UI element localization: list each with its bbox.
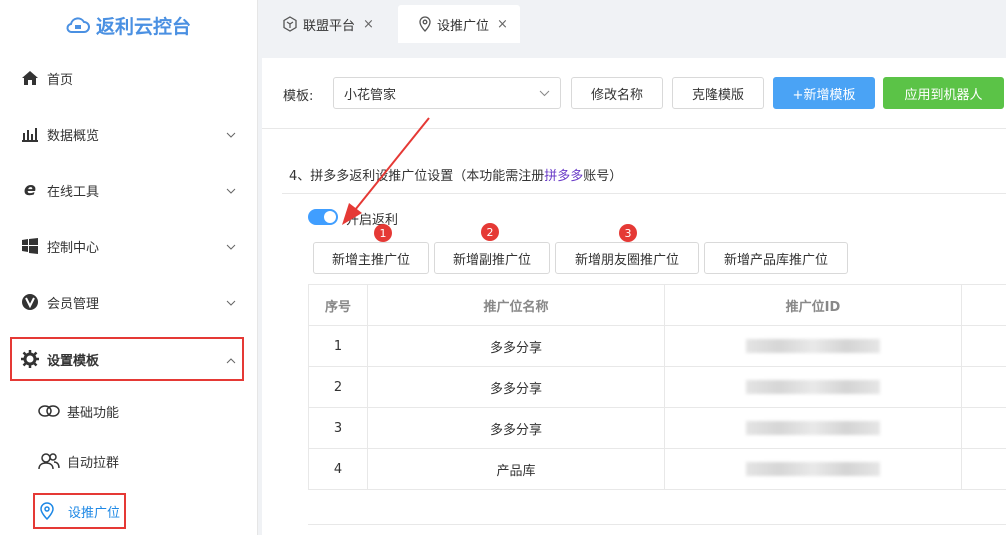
- add-sub-slot-button[interactable]: 新增副推广位: [434, 242, 550, 274]
- divider: [262, 128, 1006, 129]
- hexagon-icon: [282, 16, 298, 32]
- divider: [308, 524, 1006, 525]
- windows-icon: [20, 236, 40, 256]
- add-moments-slot-button[interactable]: 新增朋友圈推广位: [555, 242, 699, 274]
- vip-icon: [20, 292, 40, 312]
- tab-label: 联盟平台: [303, 18, 356, 34]
- main-panel: 模板: 小花管家 修改名称 克隆模版 +新增模板 应用到机器人 4、拼多多返利设…: [262, 58, 1006, 535]
- sidebar-item-online-tools[interactable]: e 在线工具: [0, 168, 250, 212]
- sidebar-subitem-label: 基础功能: [67, 405, 120, 421]
- row-extra: [962, 408, 1006, 448]
- bar-chart-icon: [20, 124, 40, 144]
- slot-id-redacted: [665, 408, 962, 448]
- row-extra: [962, 449, 1006, 489]
- close-icon[interactable]: ×: [497, 17, 508, 32]
- close-icon[interactable]: ×: [363, 17, 374, 32]
- sidebar-item-settings-template[interactable]: 设置模板: [10, 337, 244, 381]
- slot-id-redacted: [665, 326, 962, 366]
- app-title: 返利云控台: [95, 15, 191, 38]
- rebate-toggle-label: 开启返利: [346, 213, 399, 228]
- add-main-slot-button[interactable]: 新增主推广位: [313, 242, 429, 274]
- home-icon: [20, 68, 40, 88]
- chevron-down-icon: [226, 127, 236, 142]
- slot-id-redacted: [665, 449, 962, 489]
- row-number: 1: [309, 326, 368, 366]
- sidebar-item-label: 会员管理: [47, 296, 100, 312]
- sidebar-item-member-management[interactable]: 会员管理: [0, 280, 250, 324]
- step-badge-3: 3: [619, 224, 637, 242]
- row-number: 3: [309, 408, 368, 448]
- cloud-link-icon: [38, 401, 60, 421]
- location-pin-icon: [39, 501, 61, 521]
- sidebar-subitem-label: 设推广位: [68, 505, 121, 521]
- step-badge-2: 2: [481, 223, 499, 241]
- section-title-suffix: 账号）: [583, 169, 623, 184]
- row-extra: [962, 367, 1006, 407]
- add-template-button[interactable]: +新增模板: [773, 77, 875, 109]
- column-header-id: 推广位ID: [665, 285, 962, 325]
- sidebar: 返利云控台 首页 数据概览 e 在线工具 控制中心 会员管理 设置模板 基础功能…: [0, 0, 258, 535]
- app-logo[interactable]: 返利云控台: [0, 0, 257, 50]
- section-title-text: 4、拼多多返利设推广位设置（本功能需注册: [289, 169, 545, 184]
- sidebar-subitem-basic-functions[interactable]: 基础功能: [38, 391, 119, 431]
- cloud-logo-icon: [66, 17, 90, 33]
- sidebar-item-home[interactable]: 首页: [0, 56, 250, 100]
- row-extra: [962, 326, 1006, 366]
- add-library-slot-button[interactable]: 新增产品库推广位: [704, 242, 848, 274]
- slot-id-redacted: [665, 367, 962, 407]
- template-label: 模板:: [283, 89, 314, 104]
- gear-icon: [20, 349, 40, 369]
- sidebar-item-label: 设置模板: [47, 353, 100, 369]
- chevron-down-icon: [226, 295, 236, 310]
- table-row: 2 多多分享: [308, 367, 1006, 408]
- section-title: 4、拼多多返利设推广位设置（本功能需注册拼多多账号）: [289, 165, 622, 184]
- users-icon: [38, 451, 60, 471]
- step-badge-1: 1: [374, 224, 392, 242]
- sidebar-item-label: 数据概览: [47, 128, 100, 144]
- rebate-toggle[interactable]: [308, 209, 338, 225]
- chevron-down-icon: [226, 183, 236, 198]
- slot-name: 多多分享: [368, 408, 665, 448]
- sidebar-item-label: 首页: [47, 72, 74, 88]
- slot-name: 多多分享: [368, 367, 665, 407]
- sidebar-item-label: 控制中心: [47, 240, 100, 256]
- table-header-row: 序号 推广位名称 推广位ID: [308, 285, 1006, 326]
- row-number: 2: [309, 367, 368, 407]
- chevron-down-icon: [539, 86, 550, 101]
- location-pin-icon: [418, 16, 432, 32]
- tab-set-promo-slot[interactable]: 设推广位 ×: [398, 5, 520, 43]
- row-number: 4: [309, 449, 368, 489]
- tab-alliance-platform[interactable]: 联盟平台 ×: [262, 5, 386, 43]
- tab-label: 设推广位: [437, 18, 490, 34]
- table-row: 3 多多分享: [308, 408, 1006, 449]
- clone-template-button[interactable]: 克隆模版: [672, 77, 764, 109]
- sidebar-subitem-set-promo-slot[interactable]: 设推广位: [33, 493, 127, 529]
- divider: [282, 193, 1006, 194]
- column-header-number: 序号: [309, 285, 368, 325]
- template-select[interactable]: 小花管家: [333, 77, 561, 109]
- chevron-up-icon: [226, 353, 236, 368]
- promo-slot-table: 序号 推广位名称 推广位ID 1 多多分享 2 多多分享 3 多多分享 4 产品…: [308, 284, 1006, 490]
- rename-button[interactable]: 修改名称: [571, 77, 663, 109]
- column-header-name: 推广位名称: [368, 285, 665, 325]
- slot-name: 产品库: [368, 449, 665, 489]
- sidebar-item-data-overview[interactable]: 数据概览: [0, 112, 250, 156]
- template-toolbar: 模板: 小花管家 修改名称 克隆模版 +新增模板 应用到机器人: [262, 58, 1006, 126]
- template-select-value: 小花管家: [344, 87, 397, 103]
- chevron-down-icon: [226, 239, 236, 254]
- table-row: 4 产品库: [308, 449, 1006, 490]
- sidebar-subitem-label: 自动拉群: [67, 455, 120, 471]
- table-row: 1 多多分享: [308, 326, 1006, 367]
- apply-to-robot-button[interactable]: 应用到机器人: [883, 77, 1004, 109]
- section-title-accent: 拼多多: [544, 169, 584, 184]
- sidebar-subitem-auto-group[interactable]: 自动拉群: [38, 441, 119, 481]
- column-header-extra: [962, 285, 1006, 325]
- sidebar-item-control-center[interactable]: 控制中心: [0, 224, 250, 268]
- sidebar-item-label: 在线工具: [47, 184, 100, 200]
- ie-browser-icon: e: [23, 179, 37, 200]
- tab-bar: 联盟平台 × 设推广位 ×: [262, 0, 1006, 50]
- slot-name: 多多分享: [368, 326, 665, 366]
